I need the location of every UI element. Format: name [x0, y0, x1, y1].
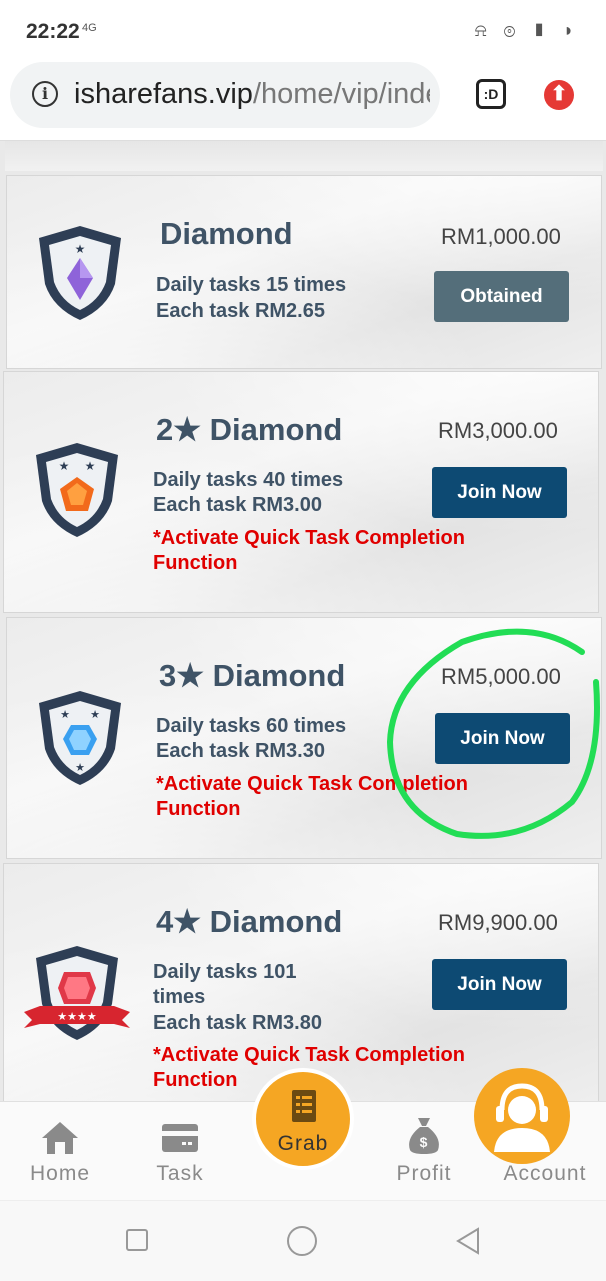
join-now-button[interactable]: Join Now [432, 959, 567, 1010]
shield-blue-gem-icon: ★ ★ ★ [39, 691, 121, 785]
shield-red-gem-icon: ★★★★ [24, 946, 130, 1040]
nav-home[interactable]: Home [0, 1102, 120, 1200]
plan-task-reward: Each task RM2.65 [156, 300, 325, 322]
nav-account-label: Account [503, 1162, 587, 1185]
customer-support-button[interactable] [474, 1068, 570, 1164]
plan-quick-task-note-cont: Function [156, 798, 241, 820]
home-system-icon[interactable] [287, 1226, 317, 1256]
shield-orange-gem-icon: ★ ★ [36, 443, 118, 537]
join-now-button[interactable]: Join Now [432, 467, 567, 518]
plan-quick-task-note: *Activate Quick Task Completion [156, 773, 468, 795]
headset-agent-icon [494, 1083, 550, 1152]
plan-price: RM9,900.00 [438, 910, 558, 935]
plan-card-diamond: ★ Diamond RM1,000.00 Daily tasks 15 time… [6, 175, 602, 369]
plan-daily-tasks: Daily tasks 15 times [156, 274, 347, 296]
plan-quick-task-note-cont: Function [153, 552, 238, 574]
plan-title: Diamond [160, 216, 293, 251]
nav-task-label: Task [156, 1162, 204, 1185]
plan-title: 2★ Diamond [156, 412, 343, 447]
url-host: isharefans.vip [74, 78, 253, 110]
previous-card-edge [5, 141, 603, 171]
network-type: 4G [82, 22, 97, 34]
nav-profit-label: Profit [396, 1162, 452, 1185]
plan-task-reward: Each task RM3.30 [156, 740, 325, 762]
plan-card-4-star-diamond: ★★★★ 4★ Diamond RM9,900.00 Daily tasks 1… [3, 863, 599, 1101]
url-text[interactable]: isharefans.vip/home/vip/inde [74, 78, 430, 111]
svg-text:★: ★ [85, 459, 96, 473]
plan-task-reward: Each task RM3.00 [153, 494, 322, 516]
plan-daily-tasks: Daily tasks 101 [153, 961, 297, 983]
home-icon [42, 1122, 78, 1154]
plan-title: 3★ Diamond [159, 658, 346, 693]
vip-plan-list[interactable]: ★ Diamond RM1,000.00 Daily tasks 15 time… [0, 141, 606, 1101]
plan-quick-task-note: *Activate Quick Task Completion [153, 527, 465, 549]
svg-text:★: ★ [59, 459, 70, 473]
shield-purple-gem-icon: ★ [39, 226, 121, 320]
task-card-icon [162, 1124, 198, 1152]
info-icon[interactable]: i [32, 81, 58, 107]
url-bar[interactable]: i isharefans.vip/home/vip/inde [10, 62, 440, 128]
grab-button[interactable]: Grab [252, 1068, 354, 1170]
clipboard-list-icon [292, 1090, 316, 1122]
plan-quick-task-note-cont: Function [153, 1069, 238, 1091]
svg-text:★: ★ [90, 709, 100, 721]
system-navigation-bar [0, 1200, 606, 1281]
plan-task-reward: Each task RM3.80 [153, 1012, 322, 1034]
plan-quick-task-note: *Activate Quick Task Completion [153, 1044, 465, 1066]
plan-daily-tasks: Daily tasks 40 times [153, 469, 344, 491]
plan-price: RM3,000.00 [438, 418, 558, 443]
svg-text:★★★★: ★★★★ [57, 1011, 97, 1023]
plan-card-2-star-diamond: ★ ★ 2★ Diamond RM3,000.00 Daily tasks 40… [3, 371, 599, 613]
back-icon[interactable] [454, 1227, 482, 1255]
status-icons: ⍾ ⊚ ▮ ◗ [474, 20, 580, 40]
money-bag-icon: $ [409, 1118, 439, 1154]
url-path: /home/vip/inde [252, 78, 430, 110]
plan-price: RM5,000.00 [441, 664, 561, 689]
nav-task[interactable]: Task [120, 1102, 240, 1200]
plan-price: RM1,000.00 [441, 224, 561, 249]
join-now-button[interactable]: Join Now [435, 713, 570, 764]
plan-daily-tasks: Daily tasks 60 times [156, 715, 347, 737]
tab-switcher-icon[interactable]: :D [476, 79, 506, 109]
svg-text:$: $ [420, 1134, 429, 1150]
status-bar: 22:22 4G ⍾ ⊚ ▮ ◗ [0, 0, 606, 60]
plan-title: 4★ Diamond [156, 904, 343, 939]
update-icon[interactable]: ⬆ [544, 80, 574, 110]
obtained-button[interactable]: Obtained [434, 271, 569, 322]
grab-label: Grab [277, 1132, 329, 1155]
recents-icon[interactable] [126, 1229, 148, 1251]
svg-text:★: ★ [75, 762, 85, 774]
nav-home-label: Home [29, 1162, 91, 1185]
svg-text:★: ★ [60, 709, 70, 721]
plan-card-3-star-diamond: ★ ★ ★ 3★ Diamond RM5,000.00 Daily tasks … [6, 617, 602, 859]
plan-daily-tasks-cont: times [153, 986, 206, 1008]
nav-profit[interactable]: $ Profit [364, 1102, 484, 1200]
svg-text:★: ★ [75, 242, 86, 256]
status-time: 22:22 [26, 20, 80, 43]
